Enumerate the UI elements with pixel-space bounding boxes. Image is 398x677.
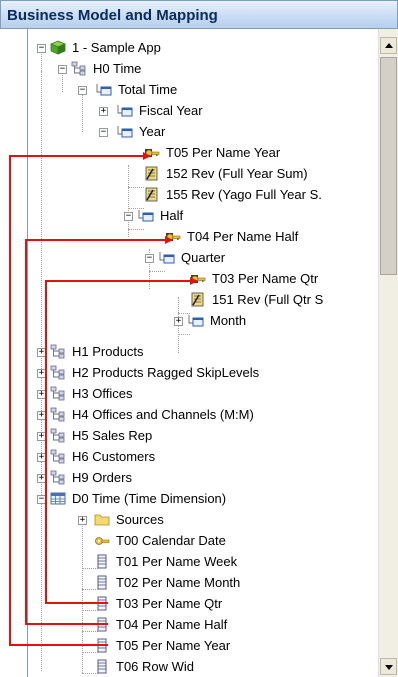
database-cube-icon	[50, 40, 66, 55]
collapse-toggle[interactable]: −	[99, 128, 108, 137]
tree-node-label: H9 Orders	[72, 470, 132, 485]
hierarchy-icon	[50, 407, 65, 422]
tree-node-label: T05 Per Name Year	[116, 638, 231, 653]
tree-connector	[128, 187, 144, 188]
tree-connector	[82, 523, 83, 673]
business-model-tree[interactable]: − 1 - Sample App − H0 Time − Total Time …	[28, 29, 380, 677]
measure-icon	[191, 292, 204, 307]
expand-toggle[interactable]: +	[37, 369, 46, 378]
tree-node-label: D0 Time (Time Dimension)	[72, 491, 227, 506]
tree-node-label: 155 Rev (Yago Full Year S.	[166, 187, 322, 202]
column-icon	[97, 638, 107, 653]
tree-node-label: Month	[210, 313, 247, 328]
level-icon	[188, 315, 204, 327]
collapse-toggle[interactable]: −	[58, 65, 67, 74]
tree-connector	[128, 165, 129, 237]
level-icon	[117, 126, 133, 138]
tree-node-label: H5 Sales Rep	[72, 428, 153, 443]
tree-node-label: Quarter	[181, 250, 226, 265]
tree-connector	[41, 51, 42, 71]
collapse-toggle[interactable]: −	[78, 86, 87, 95]
tree-node-label: T02 Per Name Month	[116, 575, 241, 590]
tree-node-label: T03 Per Name Qtr	[116, 596, 223, 611]
tree-node-label: H3 Offices	[72, 386, 133, 401]
tree-node-label: T00 Calendar Date	[116, 533, 226, 548]
level-icon	[117, 105, 133, 117]
vertical-scrollbar[interactable]	[378, 29, 398, 677]
tree-node-label: T05 Per Name Year	[166, 145, 281, 160]
level-icon	[159, 252, 175, 264]
expand-toggle[interactable]: +	[174, 317, 183, 326]
measure-icon	[145, 187, 158, 202]
key-icon	[145, 149, 160, 157]
tree-node-label: Half	[160, 208, 184, 223]
key-icon	[166, 233, 181, 241]
hierarchy-icon	[50, 428, 65, 443]
tree-node-label: H1 Products	[72, 344, 144, 359]
column-icon	[97, 575, 107, 590]
hierarchy-icon	[50, 365, 65, 380]
tree-connector	[128, 229, 144, 230]
tree-connector	[82, 92, 83, 132]
column-icon	[97, 659, 107, 674]
tree-node-label: T03 Per Name Qtr	[212, 271, 319, 286]
expand-toggle[interactable]: +	[78, 516, 87, 525]
expand-toggle[interactable]: +	[37, 348, 46, 357]
level-icon	[138, 210, 154, 222]
tree-node-label: H6 Customers	[72, 449, 156, 464]
key-icon	[191, 275, 206, 283]
panel-title: Business Model and Mapping	[7, 7, 218, 24]
collapse-toggle[interactable]: −	[37, 44, 46, 53]
tree-node-label: 152 Rev (Full Year Sum)	[166, 166, 308, 181]
tree-panel: − 1 - Sample App − H0 Time − Total Time …	[27, 29, 398, 677]
tree-connector	[178, 334, 190, 335]
expand-toggle[interactable]: +	[99, 107, 108, 116]
tree-node-label: Year	[139, 124, 166, 139]
scrollbar-thumb[interactable]	[380, 57, 397, 275]
scroll-up-arrow-icon[interactable]	[380, 37, 397, 54]
tree-connector	[149, 271, 165, 272]
tree-node-label: H4 Offices and Channels (M:M)	[72, 407, 254, 422]
tree-node-label: T01 Per Name Week	[116, 554, 238, 569]
measure-icon	[145, 166, 158, 181]
tree-node-label: H0 Time	[93, 61, 142, 76]
expand-toggle[interactable]: +	[37, 390, 46, 399]
tree-node-label: T04 Per Name Half	[116, 617, 228, 632]
collapse-toggle[interactable]: −	[145, 254, 154, 263]
collapse-toggle[interactable]: −	[124, 212, 133, 221]
column-icon	[97, 617, 107, 632]
hierarchy-icon	[50, 344, 65, 359]
expand-toggle[interactable]: +	[37, 453, 46, 462]
column-icon	[97, 554, 107, 569]
expand-toggle[interactable]: +	[37, 432, 46, 441]
tree-node-label: T06 Row Wid	[116, 659, 195, 674]
tree-node-label: T04 Per Name Half	[187, 229, 299, 244]
hierarchy-icon	[50, 449, 65, 464]
tree-connector	[62, 72, 63, 92]
panel-title-bar: Business Model and Mapping	[0, 0, 398, 29]
collapse-toggle[interactable]: −	[37, 495, 46, 504]
hierarchy-icon	[71, 61, 86, 76]
tree-node-label: Sources	[116, 512, 164, 527]
folder-icon	[94, 514, 110, 526]
scroll-down-arrow-icon[interactable]	[380, 658, 397, 675]
hierarchy-icon	[50, 470, 65, 485]
tree-node-label: 151 Rev (Full Qtr S	[212, 292, 324, 307]
hierarchy-icon	[50, 386, 65, 401]
tree-node-label: H2 Products Ragged SkipLevels	[72, 365, 260, 380]
expand-toggle[interactable]: +	[37, 411, 46, 420]
tree-node-label: 1 - Sample App	[72, 40, 161, 55]
table-grid-icon	[50, 492, 66, 505]
tree-node-label: Fiscal Year	[139, 103, 203, 118]
column-icon	[97, 596, 107, 611]
tree-node-label: Total Time	[118, 82, 178, 97]
level-icon	[96, 84, 112, 96]
key-icon	[95, 537, 110, 545]
expand-toggle[interactable]: +	[37, 474, 46, 483]
